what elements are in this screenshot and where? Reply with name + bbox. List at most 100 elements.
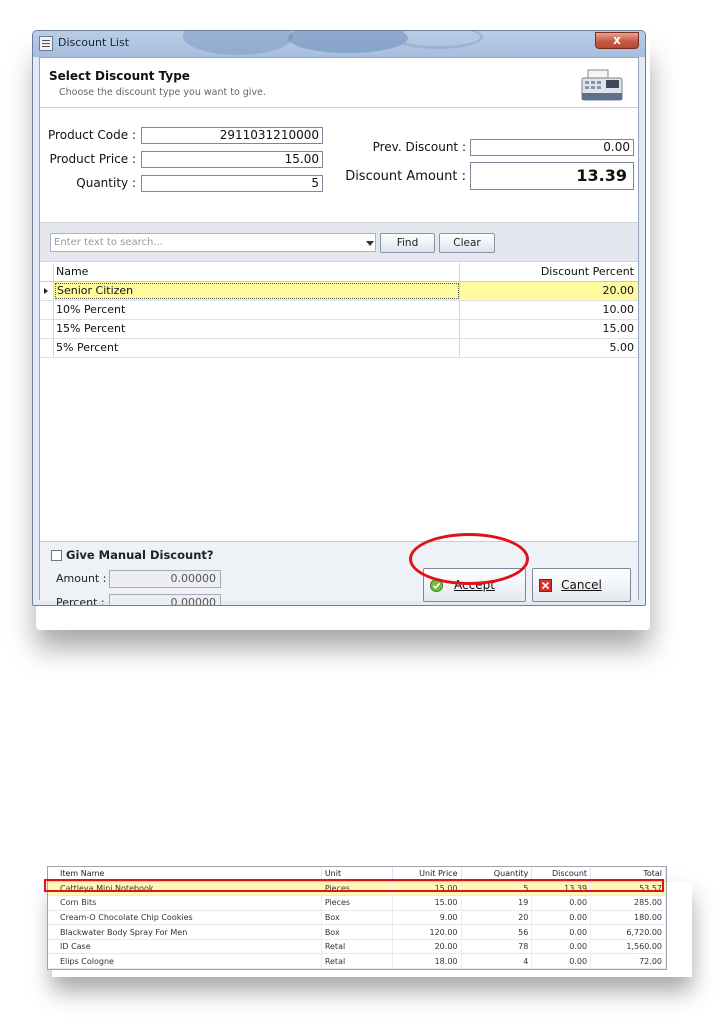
quantity-cell[interactable]: 56 (461, 924, 533, 940)
find-button[interactable]: Find (380, 233, 435, 253)
search-bar: Enter text to search... Find Clear (40, 222, 638, 262)
cancel-label: Cancel (561, 578, 602, 592)
title-bar[interactable]: Discount List x (33, 31, 645, 57)
manual-discount-checkbox[interactable] (51, 550, 62, 561)
unit-cell[interactable]: Retal (321, 939, 393, 955)
unit-cell[interactable]: Box (321, 924, 393, 940)
quantity-label: Quantity : (76, 176, 136, 190)
cancel-button[interactable]: Cancel (532, 568, 631, 602)
unit-cell[interactable]: Pieces (321, 895, 393, 911)
titlebar-decoration (183, 31, 293, 55)
total-cell[interactable]: 180.00 (590, 910, 666, 926)
item-name-cell[interactable]: ID Case (48, 939, 322, 955)
table-row[interactable]: Corn Bits Pieces 15.00 19 0.00 285.00 (48, 895, 666, 911)
discount-amount-field[interactable]: 13.39 (470, 162, 634, 190)
item-name-cell[interactable]: Corn Bits (48, 895, 322, 911)
item-name-cell[interactable]: Elips Cologne (48, 953, 322, 970)
discount-amount-label: Discount Amount : (345, 169, 466, 184)
percent-field[interactable]: 0.00000 (109, 594, 221, 605)
product-code-field[interactable]: 2911031210000 (141, 127, 323, 144)
discount-cell[interactable]: 0.00 (531, 895, 592, 911)
row-indicator (40, 301, 54, 319)
discount-percent-cell[interactable]: 5.00 (610, 341, 635, 354)
manual-discount-label[interactable]: Give Manual Discount? (66, 548, 214, 562)
discount-grid: Name Discount Percent Senior Citizen 20.… (40, 263, 638, 541)
prev-discount-label: Prev. Discount : (372, 140, 466, 154)
column-divider (459, 339, 460, 357)
row-indicator (40, 320, 54, 338)
search-input[interactable]: Enter text to search... (50, 233, 376, 252)
chevron-down-icon[interactable] (366, 241, 374, 246)
unit-price-cell[interactable]: 20.00 (392, 939, 462, 955)
discount-name-cell[interactable]: 10% Percent (56, 303, 125, 316)
discount-name-cell[interactable]: 5% Percent (56, 341, 118, 354)
table-row[interactable]: Blackwater Body Spray For Men Box 120.00… (48, 924, 666, 940)
total-cell[interactable]: 6,720.00 (590, 924, 666, 940)
total-cell[interactable]: 285.00 (590, 895, 666, 911)
unit-cell[interactable]: Box (321, 910, 393, 926)
quantity-field[interactable]: 5 (141, 175, 323, 192)
header-title: Select Discount Type (49, 69, 190, 83)
column-divider (459, 263, 460, 281)
dialog-header: Select Discount Type Choose the discount… (40, 58, 638, 108)
item-name-cell[interactable]: Cream-O Chocolate Chip Cookies (48, 910, 322, 926)
table-row[interactable]: 15% Percent 15.00 (40, 320, 638, 339)
close-button[interactable]: x (595, 32, 639, 49)
discount-cell[interactable]: 0.00 (531, 939, 592, 955)
column-divider (459, 282, 460, 300)
window-title: Discount List (58, 36, 130, 49)
table-row[interactable]: Senior Citizen 20.00 (40, 282, 638, 301)
column-header-discount-percent[interactable]: Discount Percent (541, 265, 634, 278)
total-cell[interactable]: 1,560.00 (590, 939, 666, 955)
product-code-label: Product Code : (48, 128, 136, 142)
manual-discount-panel: Give Manual Discount? Amount : 0.00000 P… (40, 541, 638, 605)
row-indicator (40, 339, 54, 357)
discount-percent-cell[interactable]: 10.00 (603, 303, 635, 316)
discount-percent-cell[interactable]: 20.00 (603, 284, 635, 297)
quantity-cell[interactable]: 20 (461, 910, 533, 926)
row-pointer-icon (44, 288, 48, 294)
quantity-cell[interactable]: 19 (461, 895, 533, 911)
total-cell[interactable]: 72.00 (590, 953, 666, 970)
column-divider (459, 301, 460, 319)
cash-register-icon (581, 69, 623, 101)
discount-list-dialog: Discount List x Select Discount Type Cho… (32, 30, 646, 606)
percent-label: Percent : (56, 596, 105, 606)
table-row[interactable]: Elips Cologne Retal 18.00 4 0.00 72.00 (48, 953, 666, 970)
row-indicator-header (40, 263, 54, 281)
clear-button[interactable]: Clear (439, 233, 495, 253)
table-row[interactable]: ID Case Retal 20.00 78 0.00 1,560.00 (48, 939, 666, 955)
discount-cell[interactable]: 0.00 (531, 953, 592, 970)
window-list-icon (39, 36, 53, 51)
dialog-client-area: Select Discount Type Choose the discount… (39, 57, 639, 605)
item-name-cell[interactable]: Blackwater Body Spray For Men (48, 924, 322, 940)
discount-name-cell[interactable]: 15% Percent (56, 322, 125, 335)
quantity-cell[interactable]: 4 (461, 953, 533, 970)
selected-item-highlight (44, 879, 664, 892)
discount-cell[interactable]: 0.00 (531, 924, 592, 940)
table-row[interactable]: 10% Percent 10.00 (40, 301, 638, 320)
product-price-field[interactable]: 15.00 (141, 151, 323, 168)
unit-price-cell[interactable]: 15.00 (392, 895, 462, 911)
table-row[interactable]: Cream-O Chocolate Chip Cookies Box 9.00 … (48, 910, 666, 926)
prev-discount-field[interactable]: 0.00 (470, 139, 634, 156)
unit-price-cell[interactable]: 9.00 (392, 910, 462, 926)
amount-field[interactable]: 0.00000 (109, 570, 221, 588)
row-indicator (40, 282, 54, 300)
discount-name-cell[interactable]: Senior Citizen (55, 283, 459, 299)
unit-price-cell[interactable]: 120.00 (392, 924, 462, 940)
quantity-cell[interactable]: 78 (461, 939, 533, 955)
product-price-label: Product Price : (49, 152, 136, 166)
header-subtitle: Choose the discount type you want to giv… (59, 87, 266, 98)
unit-price-cell[interactable]: 18.00 (392, 953, 462, 970)
discount-cell[interactable]: 0.00 (531, 910, 592, 926)
discount-percent-cell[interactable]: 15.00 (603, 322, 635, 335)
column-divider (459, 320, 460, 338)
product-info-panel: Product Code : 2911031210000 Product Pri… (40, 109, 638, 221)
grid-header-row: Name Discount Percent (40, 263, 638, 282)
accept-highlight-ring (409, 533, 529, 585)
titlebar-decoration (393, 31, 483, 49)
unit-cell[interactable]: Retal (321, 953, 393, 970)
table-row[interactable]: 5% Percent 5.00 (40, 339, 638, 358)
column-header-name[interactable]: Name (56, 265, 88, 278)
